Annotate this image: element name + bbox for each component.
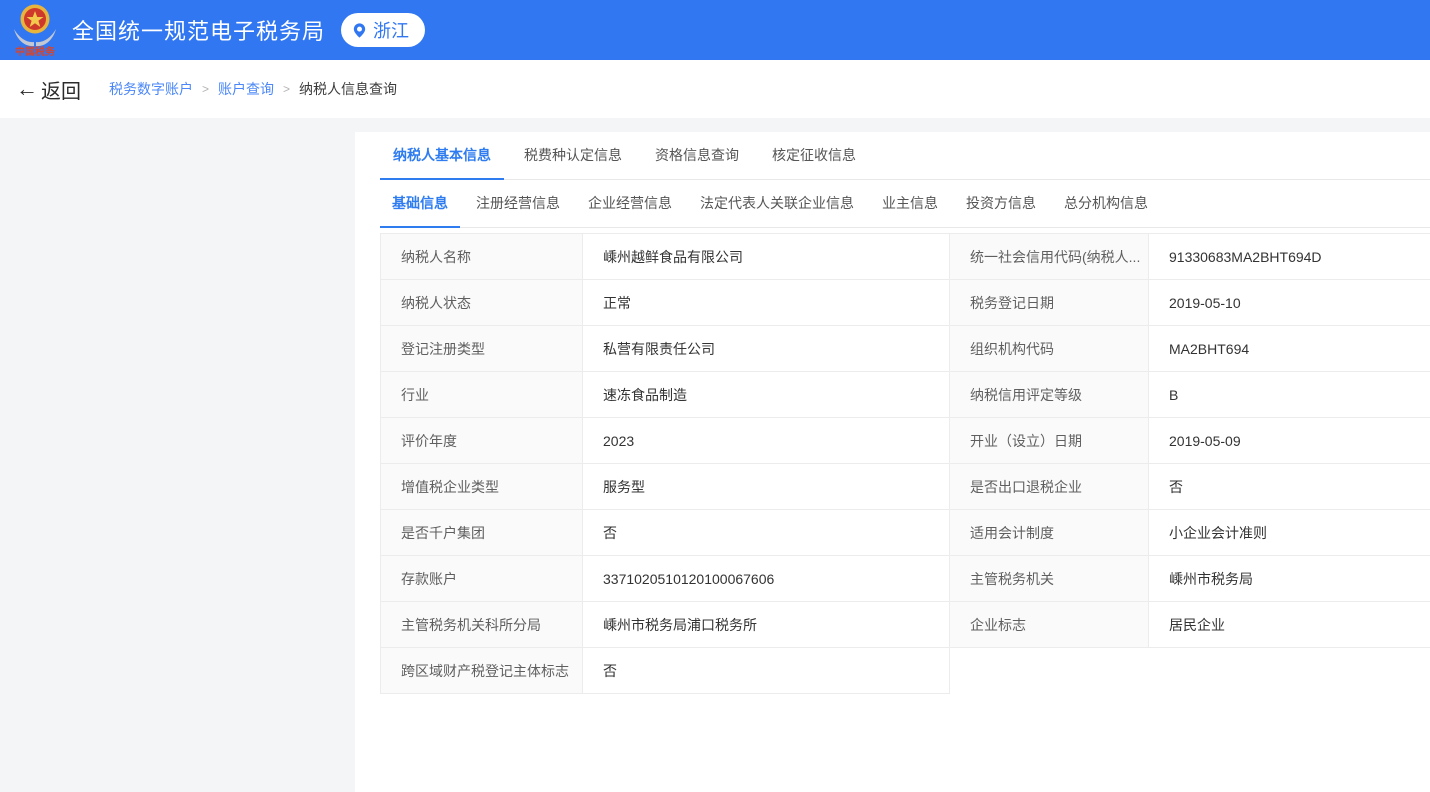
primary-tab-item[interactable]: 纳税人基本信息 — [380, 145, 504, 179]
field-label: 纳税人状态 — [381, 280, 583, 326]
field-label: 跨区域财产税登记主体标志 — [381, 648, 583, 694]
primary-tab-item[interactable]: 资格信息查询 — [642, 145, 752, 179]
field-label: 适用会计制度 — [950, 510, 1149, 556]
secondary-tab-item[interactable]: 基础信息 — [380, 193, 460, 227]
taxpayer-info-table: 纳税人名称 嵊州越鲜食品有限公司 统一社会信用代码(纳税人... 9133068… — [380, 233, 1430, 694]
field-label: 统一社会信用代码(纳税人... — [950, 234, 1149, 280]
breadcrumb-item-digital-account[interactable]: 税务数字账户 — [109, 79, 193, 99]
secondary-tab-item[interactable]: 企业经营信息 — [576, 193, 684, 227]
field-label: 行业 — [381, 372, 583, 418]
field-value: 否 — [583, 648, 950, 694]
breadcrumb-separator-icon: > — [202, 82, 209, 96]
field-value: 正常 — [583, 280, 950, 326]
primary-tab-item[interactable]: 税费种认定信息 — [511, 145, 635, 179]
breadcrumb-item-account-query[interactable]: 账户查询 — [218, 79, 274, 99]
breadcrumb-bar: ← 返回 税务数字账户 > 账户查询 > 纳税人信息查询 — [0, 60, 1430, 118]
table-row: 是否千户集团 否 适用会计制度 小企业会计准则 — [381, 510, 1430, 556]
field-value: 嵊州市税务局浦口税务所 — [583, 602, 950, 648]
field-label: 纳税人名称 — [381, 234, 583, 280]
field-label: 是否千户集团 — [381, 510, 583, 556]
content-panel: 纳税人基本信息 税费种认定信息 资格信息查询 核定征收信息 基础信息 注册经营信… — [355, 132, 1430, 792]
secondary-tab-item[interactable]: 总分机构信息 — [1052, 193, 1160, 227]
field-label — [950, 648, 1149, 694]
table-row: 纳税人状态 正常 税务登记日期 2019-05-10 — [381, 280, 1430, 326]
table-row: 行业 速冻食品制造 纳税信用评定等级 B — [381, 372, 1430, 418]
table-row: 评价年度 2023 开业（设立）日期 2019-05-09 — [381, 418, 1430, 464]
field-value: 2023 — [583, 418, 950, 464]
secondary-tabs: 基础信息 注册经营信息 企业经营信息 法定代表人关联企业信息 业主信息 投资方信… — [380, 180, 1430, 228]
field-label: 纳税信用评定等级 — [950, 372, 1149, 418]
field-value: 服务型 — [583, 464, 950, 510]
location-pin-icon — [351, 22, 368, 39]
secondary-tab-item[interactable]: 业主信息 — [870, 193, 950, 227]
secondary-tab-item[interactable]: 注册经营信息 — [464, 193, 572, 227]
logo-caption: 中国税务 — [15, 45, 56, 57]
table-row: 主管税务机关科所分局 嵊州市税务局浦口税务所 企业标志 居民企业 — [381, 602, 1430, 648]
field-value: MA2BHT694 — [1149, 326, 1430, 372]
field-label: 增值税企业类型 — [381, 464, 583, 510]
table-row: 跨区域财产税登记主体标志 否 — [381, 648, 1430, 694]
field-value: 2019-05-10 — [1149, 280, 1430, 326]
field-label: 评价年度 — [381, 418, 583, 464]
tax-bureau-logo-icon: 中国税务 — [12, 3, 58, 57]
back-button[interactable]: ← 返回 — [16, 75, 81, 104]
field-label: 是否出口退税企业 — [950, 464, 1149, 510]
field-label: 登记注册类型 — [381, 326, 583, 372]
table-row: 登记注册类型 私营有限责任公司 组织机构代码 MA2BHT694 — [381, 326, 1430, 372]
field-label: 开业（设立）日期 — [950, 418, 1149, 464]
field-value: 否 — [583, 510, 950, 556]
field-value: 3371020510120100067606 — [583, 556, 950, 602]
field-value: 私营有限责任公司 — [583, 326, 950, 372]
field-value: 否 — [1149, 464, 1430, 510]
back-label: 返回 — [41, 75, 81, 104]
primary-tabs: 纳税人基本信息 税费种认定信息 资格信息查询 核定征收信息 — [380, 132, 1430, 180]
field-label: 主管税务机关 — [950, 556, 1149, 602]
field-value: 速冻食品制造 — [583, 372, 950, 418]
breadcrumb-separator-icon: > — [283, 82, 290, 96]
field-label: 税务登记日期 — [950, 280, 1149, 326]
breadcrumb: 税务数字账户 > 账户查询 > 纳税人信息查询 — [109, 79, 397, 99]
field-value: 嵊州市税务局 — [1149, 556, 1430, 602]
field-label: 存款账户 — [381, 556, 583, 602]
primary-tab-item[interactable]: 核定征收信息 — [759, 145, 869, 179]
field-value: 小企业会计准则 — [1149, 510, 1430, 556]
field-value: 居民企业 — [1149, 602, 1430, 648]
field-label: 企业标志 — [950, 602, 1149, 648]
region-badge[interactable]: 浙江 — [341, 13, 425, 47]
app-header: 中国税务 全国统一规范电子税务局 浙江 — [0, 0, 1430, 60]
main-area: 纳税人基本信息 税费种认定信息 资格信息查询 核定征收信息 基础信息 注册经营信… — [0, 132, 1430, 792]
field-value: 2019-05-09 — [1149, 418, 1430, 464]
breadcrumb-item-current: 纳税人信息查询 — [299, 79, 397, 99]
field-value — [1149, 648, 1430, 694]
region-name: 浙江 — [373, 17, 409, 43]
table-row: 存款账户 3371020510120100067606 主管税务机关 嵊州市税务… — [381, 556, 1430, 602]
field-label: 主管税务机关科所分局 — [381, 602, 583, 648]
field-value: B — [1149, 372, 1430, 418]
table-row: 纳税人名称 嵊州越鲜食品有限公司 统一社会信用代码(纳税人... 9133068… — [381, 234, 1430, 280]
field-label: 组织机构代码 — [950, 326, 1149, 372]
table-row: 增值税企业类型 服务型 是否出口退税企业 否 — [381, 464, 1430, 510]
secondary-tab-item[interactable]: 投资方信息 — [954, 193, 1048, 227]
field-value: 嵊州越鲜食品有限公司 — [583, 234, 950, 280]
field-value: 91330683MA2BHT694D — [1149, 234, 1430, 280]
app-title: 全国统一规范电子税务局 — [72, 14, 325, 46]
back-arrow-icon: ← — [16, 78, 38, 100]
secondary-tab-item[interactable]: 法定代表人关联企业信息 — [688, 193, 866, 227]
